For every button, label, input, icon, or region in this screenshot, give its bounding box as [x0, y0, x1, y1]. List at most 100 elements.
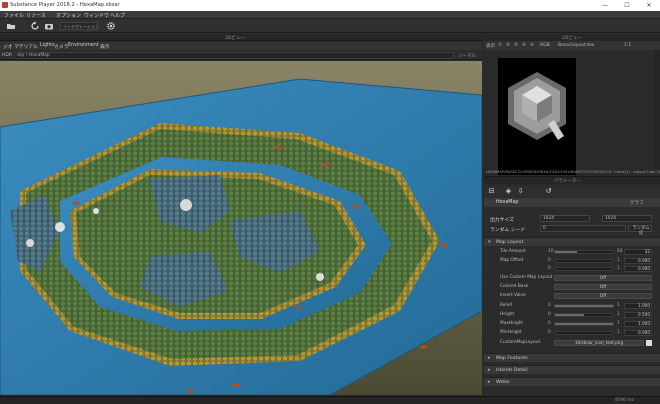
3d-viewport[interactable] — [0, 61, 482, 395]
preview-channel-2[interactable]: ② — [506, 43, 510, 48]
param-max-height: MaxHeight 0 1 1.000 — [484, 320, 660, 328]
param-map-offset-x: Map Offset 0 1 0.000 — [484, 257, 660, 265]
minimize-button[interactable]: — — [594, 0, 616, 11]
close-button[interactable]: ✕ — [638, 0, 660, 11]
viewport-title: 3Dビュー — [225, 36, 245, 41]
param-label: Height — [500, 312, 515, 317]
tab-display[interactable]: 表示 — [100, 43, 110, 50]
param-custom-map-layout: CustomMapLayout 10/sbsar_icon_test.png — [484, 339, 660, 347]
preview-channel-5[interactable]: ⑤ — [530, 43, 534, 48]
param-max: 1 — [617, 312, 620, 317]
maximize-button[interactable]: ☐ — [616, 0, 638, 11]
status-timing: 4096 ms — [614, 398, 634, 403]
param-value-input[interactable]: 0.000 — [624, 258, 652, 264]
param-max: 1 — [617, 321, 620, 326]
section-map-features[interactable]: ▸ Map Features — [484, 353, 660, 362]
param-value-input[interactable]: 0.500 — [624, 312, 652, 318]
menu-options[interactable]: オプション — [56, 12, 81, 19]
menu-bar: ファイル リソース オプション ウィンドウ ヘルプ — [0, 11, 660, 19]
preview-output-select[interactable]: Base/Layout.tex — [558, 43, 594, 48]
reset-icon[interactable]: ↺ — [544, 187, 553, 196]
tab-material[interactable]: マテリアル — [14, 43, 38, 50]
settings-gear-icon[interactable] — [106, 21, 116, 31]
param-max: 64 — [617, 249, 623, 254]
section-title: Map Layout — [496, 240, 524, 245]
param-toggle-button[interactable]: Off — [554, 284, 652, 290]
section-water[interactable]: ▸ Water — [484, 377, 660, 386]
chevron-right-icon: ▸ — [488, 367, 491, 373]
param-slider[interactable] — [554, 313, 614, 317]
param-slider[interactable] — [554, 259, 614, 263]
2d-preview[interactable]: HEXAMAP/BASECOLOR/BOX/HEXA/F/LE/LEVEL/BA… — [484, 50, 660, 185]
param-height: Height 0 1 0.500 — [484, 311, 660, 319]
section-islands-detail[interactable]: ▸ Islands Detail — [484, 365, 660, 374]
output-size-height-select[interactable]: 1024 — [602, 215, 652, 222]
image-picker-icon[interactable] — [646, 340, 652, 346]
param-min: 0 — [548, 303, 551, 308]
integration-mode-select[interactable]: インテグレーションモード — [60, 22, 98, 30]
screenshot-icon[interactable] — [44, 21, 54, 31]
param-value-input[interactable]: 0.000 — [624, 266, 652, 272]
preview-channel-1[interactable]: ① — [498, 43, 502, 48]
shading-mode-select[interactable]: ノーマル — [458, 53, 476, 59]
param-label: MinHeight — [500, 330, 522, 335]
param-label: Map Offset — [500, 258, 524, 263]
output-size-width-select[interactable]: 1024 — [540, 215, 590, 222]
param-min: 0 — [548, 321, 551, 326]
output-size-row: 出力サイズ 1024 1024 — [484, 214, 660, 223]
param-invert-value: Invert Value Off — [484, 292, 660, 300]
preview-rgb-toggle[interactable]: RGB — [540, 43, 550, 48]
preview-zoom-select[interactable]: 1:1 — [624, 43, 631, 48]
preview-toolbar: 表示 ① ② ③ ④ ⑤ RGB Base/Layout.tex 1:1 — [484, 41, 660, 50]
param-min: 0 — [548, 266, 551, 271]
layers-icon[interactable]: ◈ — [504, 187, 513, 196]
param-toggle-button[interactable]: Off — [554, 293, 652, 299]
preview-channel-4[interactable]: ④ — [522, 43, 526, 48]
preview-channel-3[interactable]: ③ — [514, 43, 518, 48]
chevron-right-icon: ▸ — [488, 379, 491, 385]
param-value-input[interactable]: 0.000 — [624, 330, 652, 336]
collapse-all-icon[interactable]: ⊟ — [487, 187, 496, 196]
graph-name: HexaMap — [496, 200, 519, 205]
tab-geometry[interactable]: ジオ — [3, 43, 13, 50]
param-min: 0 — [548, 312, 551, 317]
param-max: 1 — [617, 266, 620, 271]
param-toggle-button[interactable]: Off — [554, 275, 652, 281]
preview-scrollbar[interactable] — [654, 50, 660, 170]
parameters-header: パラメーター — [484, 176, 660, 184]
preview-header: 2Dビュー — [484, 34, 660, 41]
main-toolbar: インテグレーションモード — [0, 19, 660, 33]
tab-environment[interactable]: Environment — [68, 43, 99, 48]
param-slider[interactable] — [554, 267, 614, 271]
tab-camera[interactable]: カメラ — [54, 43, 68, 50]
status-bar: 4096 ms — [0, 396, 660, 404]
param-image-input[interactable]: 10/sbsar_icon_test.png — [554, 340, 644, 346]
menu-window[interactable]: ウィンドウ — [84, 12, 109, 19]
param-use-custom-layout: Use Custom Map Layout Off — [484, 274, 660, 282]
param-slider[interactable] — [554, 331, 614, 335]
environment-select[interactable]: sky / HexaMap — [14, 52, 454, 59]
section-map-layout[interactable]: ▾ Map Layout — [484, 237, 660, 246]
randomize-button[interactable]: ランダム化 — [628, 225, 652, 236]
output-size-label: 出力サイズ — [490, 218, 514, 223]
param-min: 0 — [548, 258, 551, 263]
param-slider[interactable] — [554, 250, 614, 254]
open-file-icon[interactable] — [6, 21, 16, 31]
param-value-input[interactable]: 32 — [624, 249, 652, 255]
random-seed-input[interactable]: 0 — [540, 225, 626, 232]
environment-label: HDR — [2, 53, 12, 58]
param-slider[interactable] — [554, 304, 614, 308]
preset-icon[interactable]: ⇩ — [516, 187, 525, 196]
param-value-input[interactable]: 1.000 — [624, 321, 652, 327]
menu-file[interactable]: ファイル — [4, 12, 24, 19]
param-value-input[interactable]: 1.000 — [624, 303, 652, 309]
param-slider[interactable] — [554, 322, 614, 326]
chevron-right-icon: ▸ — [488, 355, 491, 361]
reload-icon[interactable] — [30, 21, 40, 31]
param-label: Use Custom Map Layout — [500, 275, 553, 280]
preview-display-button[interactable]: 表示 — [486, 43, 495, 49]
tab-lights[interactable]: Lights — [40, 43, 54, 48]
graph-row[interactable]: HexaMap グラフ — [484, 198, 660, 207]
menu-help[interactable]: ヘルプ — [110, 12, 125, 19]
menu-resources[interactable]: リソース — [26, 12, 46, 19]
